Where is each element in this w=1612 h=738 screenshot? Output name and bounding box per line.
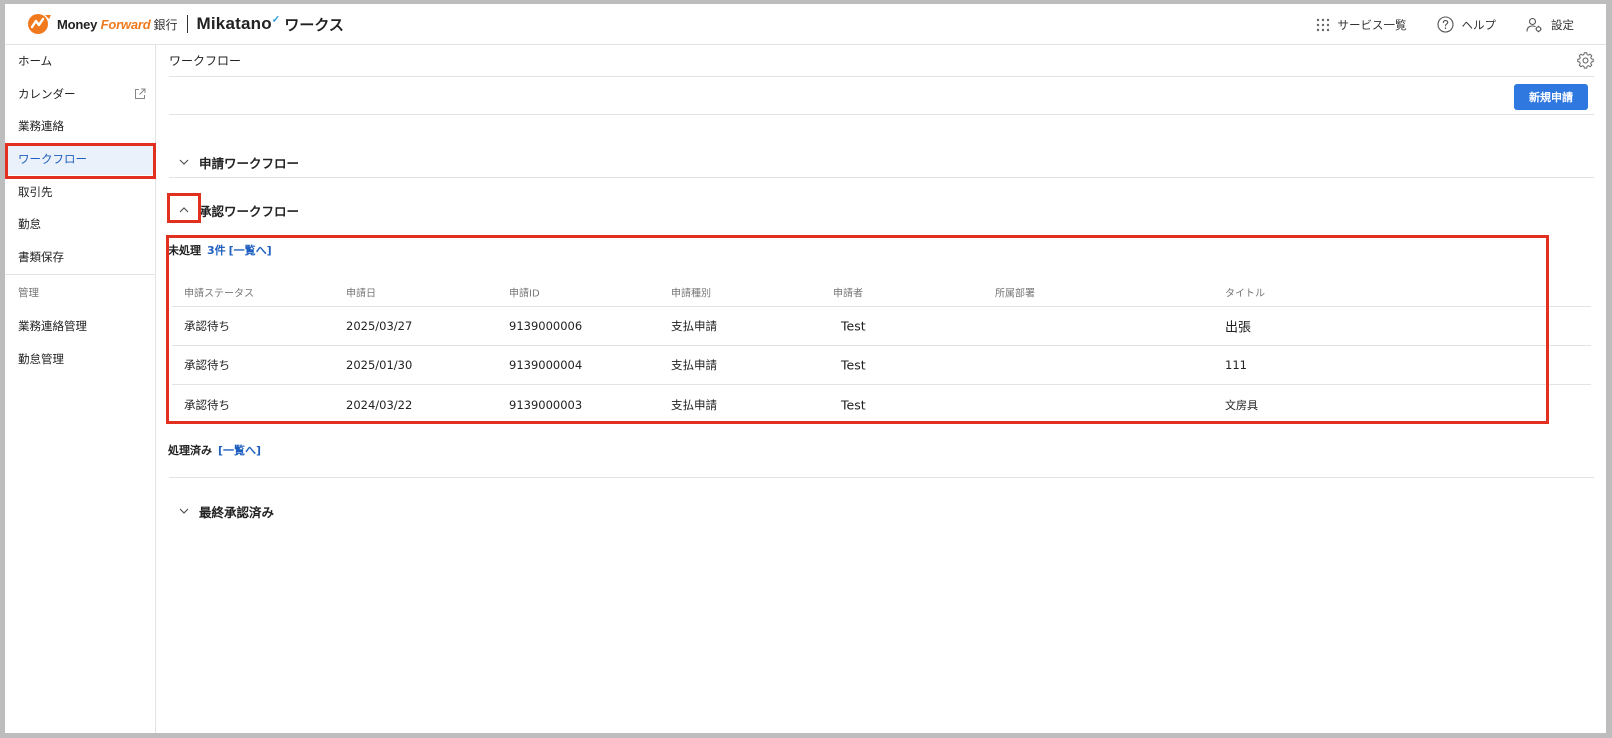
sidebar-item-calendar[interactable]: カレンダー (5, 78, 155, 111)
sidebar-item-label: 書類保存 (18, 249, 64, 264)
settings-label: 設定 (1551, 17, 1574, 32)
service-list-button[interactable]: サービス一覧 (1316, 17, 1407, 33)
cell-title: 出張 (1225, 320, 1252, 336)
column-header-date: 申請日 (346, 288, 376, 299)
cell-date: 2025/03/27 (346, 319, 413, 333)
header-nav: サービス一覧 ヘルプ 設定 (1316, 4, 1607, 45)
brand-tick-icon: ✓ (271, 14, 281, 26)
toolbar: 新規申請 (169, 77, 1594, 115)
help-icon (1436, 16, 1454, 33)
new-application-button[interactable]: 新規申請 (1514, 84, 1588, 110)
column-header-department: 所属部署 (995, 288, 1035, 299)
column-header-id: 申請ID (509, 288, 540, 299)
sidebar-item-label: カレンダー (18, 86, 76, 101)
sidebar-item-attendance[interactable]: 勤怠 (5, 208, 155, 241)
brand-product-text: Mikatano (196, 14, 272, 33)
external-link-icon (135, 88, 146, 99)
brand-product-name: Mikatano✓ (197, 14, 281, 34)
section-title: 承認ワークフロー (199, 203, 300, 219)
cell-applicant: Test (841, 318, 866, 334)
done-list-link[interactable]: [一覧へ] (218, 444, 261, 457)
table-row[interactable]: 承認待ち 2024/03/22 9139000003 支払申請 Test 文房具 (172, 385, 1591, 424)
section-divider (169, 477, 1594, 478)
sidebar-item-home[interactable]: ホーム (5, 45, 155, 78)
section-title: 最終承認済み (199, 504, 275, 520)
money-forward-logo-icon (28, 14, 51, 34)
top-header: Money Forward 銀行 Mikatano✓ ワークス サービス一覧 ヘ… (5, 4, 1606, 45)
settings-button[interactable]: 設定 (1526, 17, 1574, 33)
grid-icon (1316, 18, 1329, 31)
cell-status: 承認待ち (184, 358, 230, 372)
section-divider (169, 177, 1594, 178)
sidebar-item-label: 業務連絡管理 (18, 319, 87, 334)
sidebar-item-label: 業務連絡 (18, 119, 64, 134)
sidebar-item-business-contact[interactable]: 業務連絡 (5, 110, 155, 143)
cell-applicant: Test (841, 397, 866, 412)
brand-money-forward: Money Forward (57, 16, 151, 32)
cell-id: 9139000004 (509, 358, 583, 372)
cell-type: 支払申請 (671, 397, 717, 412)
done-header: 処理済み [一覧へ] (168, 442, 261, 458)
pending-count: 3件 (207, 244, 226, 257)
sidebar-item-label: ワークフロー (18, 152, 87, 167)
sidebar-item-label: 勤怠管理 (18, 352, 64, 367)
sidebar: ホーム カレンダー 業務連絡 ワークフロー 取引先 勤怠 書類保存 管理 業務連… (5, 45, 156, 733)
sidebar-item-document-storage[interactable]: 書類保存 (5, 241, 155, 274)
brand-money-text: Money (57, 16, 101, 32)
cell-date: 2025/01/30 (346, 358, 413, 372)
table-header: 申請ステータス 申請日 申請ID 申請種別 申請者 所属部署 タイトル (172, 277, 1591, 307)
sidebar-item-label: 取引先 (18, 184, 53, 199)
brand-works-text: ワークス (284, 15, 344, 34)
brand-separator (186, 15, 188, 33)
sidebar-item-label: 勤怠 (18, 217, 41, 232)
section-final-approved[interactable]: 最終承認済み (169, 496, 1594, 526)
table-row[interactable]: 承認待ち 2025/01/30 9139000004 支払申請 Test 111 (172, 346, 1591, 385)
user-settings-icon (1526, 17, 1542, 32)
page-title: ワークフロー (169, 54, 242, 68)
chevron-up-icon[interactable] (169, 207, 199, 213)
table-row[interactable]: 承認待ち 2025/03/27 9139000006 支払申請 Test 出張 (172, 307, 1591, 346)
cell-type: 支払申請 (671, 358, 717, 372)
sidebar-section-admin: 管理 (18, 287, 39, 300)
column-header-type: 申請種別 (671, 288, 711, 299)
chevron-down-icon[interactable] (169, 508, 199, 514)
brand-logo[interactable]: Money Forward 銀行 Mikatano✓ ワークス (27, 4, 344, 44)
section-applied-workflow[interactable]: 申請ワークフロー (169, 147, 1594, 177)
column-header-applicant: 申請者 (833, 288, 863, 299)
section-approval-workflow[interactable]: 承認ワークフロー (169, 195, 1594, 225)
gear-icon[interactable] (1577, 52, 1594, 69)
brand-forward-text: Forward (100, 16, 151, 32)
cell-type: 支払申請 (671, 319, 717, 333)
cell-id: 9139000003 (509, 397, 583, 412)
app-window: Money Forward 銀行 Mikatano✓ ワークス サービス一覧 ヘ… (5, 4, 1606, 733)
cell-id: 9139000006 (509, 319, 583, 333)
sidebar-item-label: ホーム (18, 54, 53, 69)
pending-table: 申請ステータス 申請日 申請ID 申請種別 申請者 所属部署 タイトル 承認待ち… (172, 277, 1591, 424)
help-button[interactable]: ヘルプ (1436, 16, 1497, 33)
page-header: ワークフロー (169, 45, 1594, 77)
sidebar-item-business-contact-admin[interactable]: 業務連絡管理 (5, 310, 155, 343)
column-header-title: タイトル (1225, 288, 1265, 299)
cell-date: 2024/03/22 (346, 397, 413, 412)
cell-title: 文房具 (1225, 398, 1258, 412)
cell-status: 承認待ち (184, 397, 230, 412)
pending-header: 未処理 3件 [一覧へ] (168, 242, 272, 258)
sidebar-item-clients[interactable]: 取引先 (5, 175, 155, 208)
main-content: ワークフロー 新規申請 申請ワークフロー 承認ワークフロー 未処理 3件 [一覧… (156, 45, 1606, 733)
chevron-down-icon[interactable] (169, 159, 199, 165)
brand-bank-text: 銀行 (153, 17, 178, 32)
cell-status: 承認待ち (184, 319, 230, 333)
sidebar-item-attendance-admin[interactable]: 勤怠管理 (5, 343, 155, 376)
service-list-label: サービス一覧 (1337, 17, 1407, 32)
pending-label: 未処理 (168, 244, 201, 257)
column-header-status: 申請ステータス (184, 288, 254, 299)
pending-list-link[interactable]: [一覧へ] (229, 244, 272, 257)
sidebar-item-workflow[interactable]: ワークフロー (5, 142, 155, 176)
section-title: 申請ワークフロー (199, 155, 300, 171)
done-label: 処理済み (168, 444, 212, 457)
cell-applicant: Test (841, 357, 866, 373)
cell-title: 111 (1225, 358, 1247, 372)
help-label: ヘルプ (1461, 17, 1497, 32)
